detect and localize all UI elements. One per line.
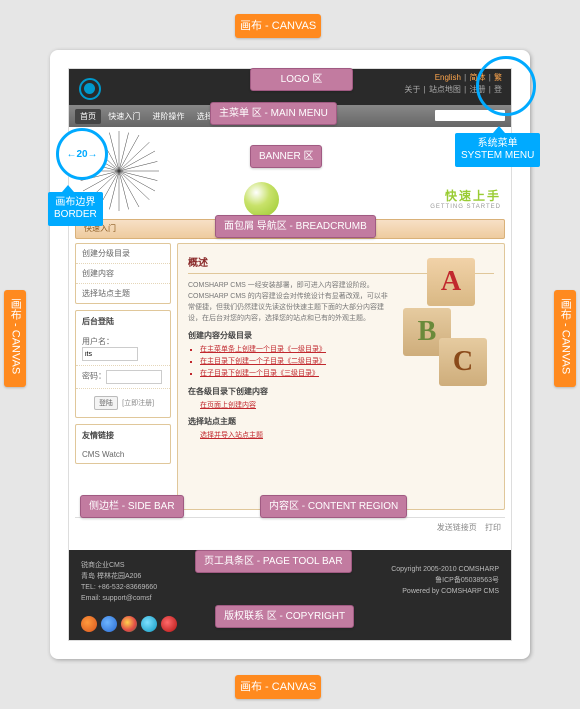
- content-link[interactable]: 在页面上创建内容: [200, 402, 256, 409]
- sidebar-nav-item[interactable]: 创建分级目录: [76, 244, 170, 264]
- pwd-input[interactable]: [106, 370, 162, 384]
- link-sitemap[interactable]: 站点地图: [429, 85, 461, 94]
- content-region: 概述 COMSHARP CMS 一经安装部署，即可进入内容建设阶段。COMSHA…: [177, 243, 505, 510]
- footer-contact: 锐商企业CMS青岛 榉林花园A206 TEL: +86-532-83669660…: [81, 560, 157, 604]
- safari-icon: [141, 616, 157, 632]
- link-about[interactable]: 关于: [404, 85, 420, 94]
- content-link[interactable]: 在子目录下创建一个目录《三级目录》: [200, 370, 319, 377]
- abc-blocks-image: A B C: [397, 258, 492, 388]
- cube-a: A: [427, 258, 475, 306]
- content-link[interactable]: 选择并导入站点主题: [200, 432, 263, 439]
- footer-copyright: Copyright 2005-2010 COMSHARP鲁ICP备0503856…: [391, 564, 499, 597]
- browser-icons: [81, 616, 177, 632]
- annot-canvas-top: 画布 - CANVAS: [235, 14, 321, 38]
- annot-systemmenu-ring: [476, 56, 536, 116]
- annot-border-box: 画布边界BORDER: [48, 192, 103, 226]
- register-link[interactable]: [立即注册]: [122, 400, 154, 407]
- login-button[interactable]: 登陆: [94, 396, 118, 410]
- chrome-icon: [121, 616, 137, 632]
- content-link[interactable]: 在主目录下创建一个子目录《二级目录》: [200, 358, 326, 365]
- annot-sidebar: 侧边栏 - SIDE BAR: [80, 495, 184, 518]
- link-item[interactable]: CMS Watch: [76, 446, 170, 463]
- getting-started-label: 快速上手 GETTING STARTED: [430, 187, 501, 210]
- sidebar: 创建分级目录 创建内容 选择站点主题 后台登陆 用户名： 密码： 登陆 [立即注…: [75, 243, 171, 510]
- lang-english[interactable]: English: [435, 73, 461, 82]
- green-circle-icon: [244, 182, 279, 217]
- annot-content: 内容区 - CONTENT REGION: [260, 495, 407, 518]
- firefox-icon: [81, 616, 97, 632]
- annot-breadcrumb: 面包屑 导航区 - BREADCRUMB: [215, 215, 376, 238]
- content-h3: 选择站点主题: [188, 416, 494, 427]
- annot-canvas-right: 画布 - CANVAS: [554, 290, 576, 387]
- content-link[interactable]: 在主菜单条上创建一个目录《一级目录》: [200, 346, 326, 353]
- menu-item-home[interactable]: 首页: [75, 109, 101, 124]
- sidebar-login: 后台登陆 用户名： 密码： 登陆 [立即注册]: [75, 310, 171, 418]
- annot-mainmenu: 主菜单 区 - MAIN MENU: [210, 102, 337, 125]
- sidebar-links: 友情链接 CMS Watch: [75, 424, 171, 464]
- annot-banner: BANNER 区: [250, 145, 322, 168]
- page-tool-bar: 发送链接页 打印: [75, 517, 505, 540]
- links-title: 友情链接: [76, 425, 170, 446]
- sidebar-nav-item[interactable]: 选择站点主题: [76, 284, 170, 303]
- sidebar-nav: 创建分级目录 创建内容 选择站点主题: [75, 243, 171, 304]
- feedback-link[interactable]: 发送链接页: [437, 523, 477, 532]
- ie-icon: [101, 616, 117, 632]
- annot-canvas-bottom: 画布 - CANVAS: [235, 675, 321, 699]
- annot-copyright: 版权联系 区 - COPYRIGHT: [215, 605, 354, 628]
- annot-systemmenu-box: 系统菜单SYSTEM MENU: [455, 133, 540, 167]
- opera-icon: [161, 616, 177, 632]
- print-link[interactable]: 打印: [485, 523, 501, 532]
- menu-item-quickstart[interactable]: 快速入门: [103, 109, 145, 124]
- annot-logo: LOGO 区: [250, 68, 353, 91]
- logo-icon: [79, 78, 101, 100]
- cube-c: C: [439, 338, 487, 386]
- banner-area: 快速上手 GETTING STARTED: [69, 127, 511, 219]
- annot-canvas-left: 画布 - CANVAS: [4, 290, 26, 387]
- annot-pagetool: 页工具条区 - PAGE TOOL BAR: [195, 550, 352, 573]
- login-title: 后台登陆: [76, 311, 170, 332]
- user-label: 用户名：: [82, 337, 114, 346]
- menu-item-advanced[interactable]: 进阶操作: [147, 109, 189, 124]
- pwd-label: 密码：: [82, 372, 106, 381]
- user-input[interactable]: [82, 347, 138, 361]
- annot-border-circle: ←20→: [56, 128, 108, 180]
- sidebar-nav-item[interactable]: 创建内容: [76, 264, 170, 284]
